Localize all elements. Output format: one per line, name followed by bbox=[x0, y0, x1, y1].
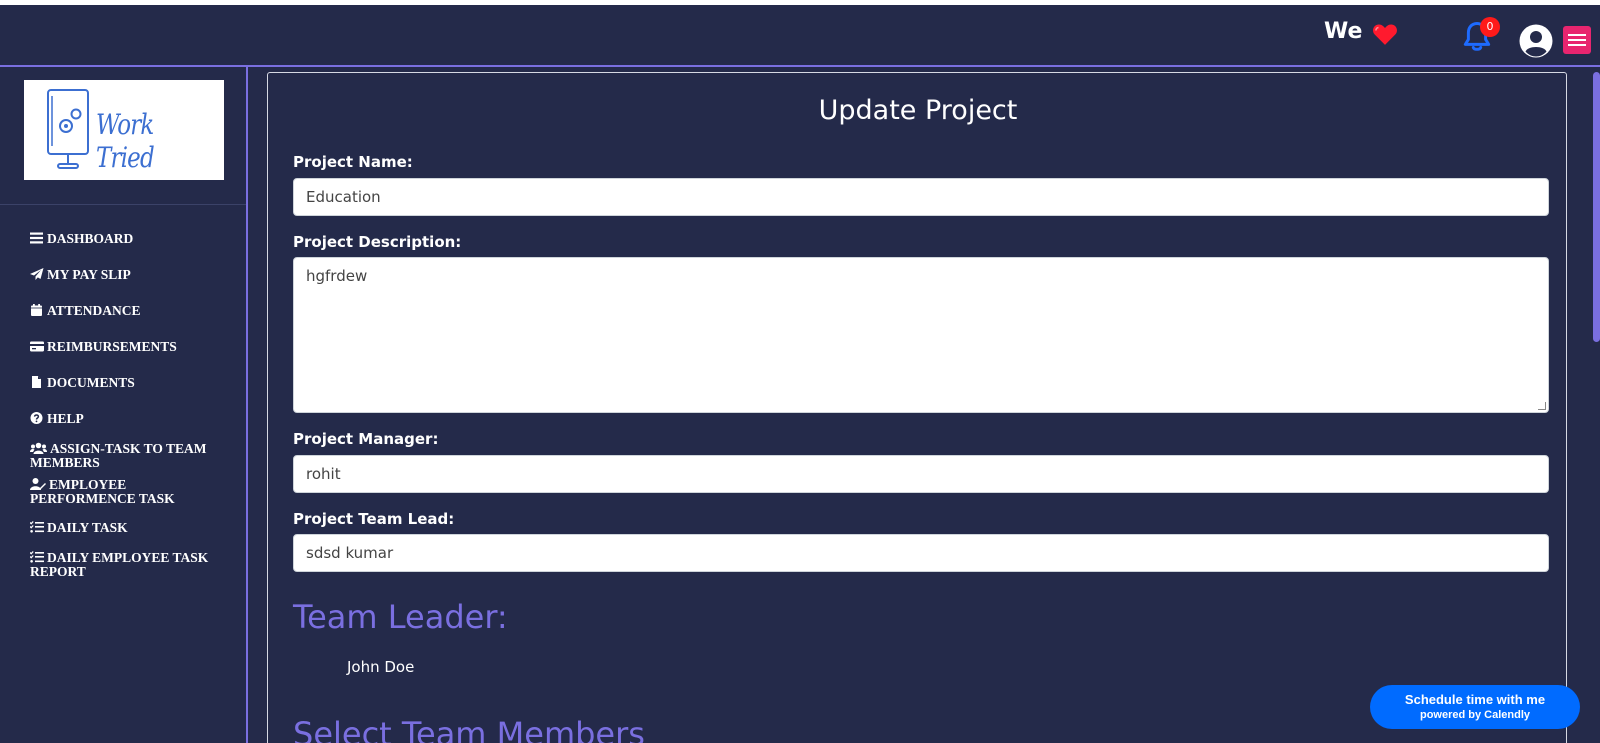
calendly-line1: Schedule time with me bbox=[1404, 692, 1546, 707]
project-description-label: Project Description: bbox=[293, 233, 462, 251]
sidebar-item-attendance[interactable]: ATTENDANCE bbox=[30, 304, 230, 318]
sidebar-item-label: DAILY TASK bbox=[47, 520, 128, 535]
heart-icon bbox=[1373, 24, 1397, 45]
user-edit-icon bbox=[30, 478, 46, 490]
project-description-value: hgfrdew bbox=[306, 267, 368, 285]
file-icon bbox=[32, 376, 41, 388]
select-team-members-heading: Select Team Members bbox=[293, 715, 645, 743]
bars-icon bbox=[30, 232, 43, 244]
logo: Work Tried bbox=[24, 80, 224, 180]
top-navbar: We 0 bbox=[0, 5, 1600, 65]
project-team-lead-input[interactable]: sdsd kumar bbox=[293, 534, 1549, 572]
sidebar-item-label: EMPLOYEE PERFORMENCE TASK bbox=[30, 477, 175, 506]
main-content: Update Project Project Name: Education P… bbox=[248, 65, 1600, 743]
scrollbar[interactable] bbox=[1593, 72, 1600, 342]
sidebar-item-reimbursements[interactable]: REIMBURSEMENTS bbox=[30, 340, 230, 354]
sidebar-item-label: MY PAY SLIP bbox=[47, 267, 131, 282]
sidebar-item-label: REIMBURSEMENTS bbox=[47, 339, 177, 354]
logo-text: Work Tried bbox=[96, 108, 155, 174]
hamburger-menu-icon[interactable] bbox=[1563, 26, 1591, 54]
update-project-form: Update Project Project Name: Education P… bbox=[267, 72, 1567, 743]
project-name-label: Project Name: bbox=[293, 153, 413, 171]
project-name-input[interactable]: Education bbox=[293, 178, 1549, 216]
paper-plane-icon bbox=[30, 268, 44, 280]
we-love-text: We bbox=[1324, 19, 1363, 44]
user-account-icon[interactable] bbox=[1519, 24, 1553, 58]
project-team-lead-label: Project Team Lead: bbox=[293, 510, 455, 528]
team-leader-heading: Team Leader: bbox=[293, 598, 508, 636]
sidebar-item-label: DASHBOARD bbox=[47, 231, 134, 246]
sidebar-item-label: DOCUMENTS bbox=[47, 375, 135, 390]
project-description-textarea[interactable]: hgfrdew bbox=[293, 257, 1549, 413]
sidebar-item-help[interactable]: HELP bbox=[30, 412, 230, 426]
sidebar-item-employee-performence-task[interactable]: EMPLOYEE PERFORMENCE TASK bbox=[30, 478, 230, 506]
monitor-gear-icon bbox=[47, 89, 89, 169]
textarea-resize-handle[interactable] bbox=[1538, 402, 1546, 410]
calendar-icon bbox=[31, 304, 42, 316]
sidebar-item-assign-task[interactable]: ASSIGN-TASK TO TEAM MEMBERS bbox=[30, 442, 230, 470]
sidebar: Work Tried DASHBOARD MY PAY SLIP ATTENDA… bbox=[0, 65, 248, 743]
page-title: Update Project bbox=[818, 95, 1018, 126]
list-check-icon bbox=[30, 551, 44, 563]
project-manager-label: Project Manager: bbox=[293, 430, 439, 448]
credit-card-icon bbox=[30, 341, 44, 352]
sidebar-item-dashboard[interactable]: DASHBOARD bbox=[30, 232, 230, 246]
sidebar-divider bbox=[0, 204, 246, 205]
question-circle-icon bbox=[30, 412, 43, 424]
sidebar-item-daily-task[interactable]: DAILY TASK bbox=[30, 521, 230, 535]
sidebar-item-label: DAILY EMPLOYEE TASK REPORT bbox=[30, 550, 209, 579]
project-manager-input[interactable]: rohit bbox=[293, 455, 1549, 493]
users-icon bbox=[30, 442, 47, 454]
calendly-schedule-button[interactable]: Schedule time with me powered by Calendl… bbox=[1370, 685, 1580, 729]
sidebar-item-daily-employee-task-report[interactable]: DAILY EMPLOYEE TASK REPORT bbox=[30, 551, 230, 579]
list-check-icon bbox=[30, 521, 44, 533]
team-leader-name: John Doe bbox=[347, 658, 415, 676]
sidebar-item-label: ASSIGN-TASK TO TEAM MEMBERS bbox=[30, 441, 207, 470]
sidebar-item-my-pay-slip[interactable]: MY PAY SLIP bbox=[30, 268, 230, 282]
sidebar-item-label: HELP bbox=[47, 411, 84, 426]
notification-count-badge: 0 bbox=[1480, 17, 1500, 37]
calendly-line2: powered by Calendly bbox=[1419, 709, 1531, 721]
sidebar-item-label: ATTENDANCE bbox=[47, 303, 141, 318]
sidebar-item-documents[interactable]: DOCUMENTS bbox=[30, 376, 230, 390]
